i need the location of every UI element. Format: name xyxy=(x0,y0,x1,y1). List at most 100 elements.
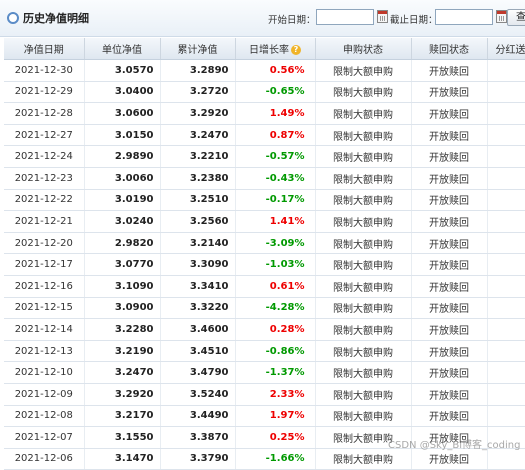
buy-status-cell: 限制大额申购 xyxy=(315,361,412,384)
unit-nav-cell: 3.0400 xyxy=(84,81,161,104)
table-row: 2021-12-22 3.0190 3.2510 -0.17% 限制大额申购 开放赎回 xyxy=(4,189,525,212)
col-unit-nav: 单位净值 xyxy=(84,38,161,60)
start-date-input[interactable] xyxy=(316,9,374,25)
end-calendar-icon[interactable] xyxy=(496,10,507,23)
acc-nav-cell: 3.4490 xyxy=(160,405,236,428)
dividend-cell xyxy=(487,340,525,363)
col-dividend: 分红送配 xyxy=(487,38,525,60)
date-cell: 2021-12-13 xyxy=(4,340,85,363)
date-cell: 2021-12-29 xyxy=(4,81,85,104)
dividend-cell xyxy=(487,297,525,320)
redeem-status-cell: 开放赎回 xyxy=(411,59,488,82)
redeem-status-cell: 开放赎回 xyxy=(411,81,488,104)
buy-status-cell: 限制大额申购 xyxy=(315,167,412,190)
table-row: 2021-12-23 3.0060 3.2380 -0.43% 限制大额申购 开放赎回 xyxy=(4,167,525,190)
query-button[interactable]: 查 xyxy=(507,9,525,26)
date-cell: 2021-12-22 xyxy=(4,189,85,212)
unit-nav-cell: 3.2470 xyxy=(84,361,161,384)
dividend-cell xyxy=(487,275,525,298)
unit-nav-cell: 3.2280 xyxy=(84,318,161,341)
dividend-cell xyxy=(487,383,525,406)
acc-nav-cell: 3.3410 xyxy=(160,275,236,298)
acc-nav-cell: 3.2560 xyxy=(160,210,236,233)
redeem-status-cell: 开放赎回 xyxy=(411,405,488,428)
nav-history-table: 净值日期 单位净值 累计净值 日增长率? 申购状态 赎回状态 分红送配 2021… xyxy=(4,38,525,470)
daily-change-cell: -1.03% xyxy=(235,253,316,276)
table-row: 2021-12-08 3.2170 3.4490 1.97% 限制大额申购 开放赎回 xyxy=(4,405,525,428)
redeem-status-cell: 开放赎回 xyxy=(411,189,488,212)
daily-change-cell: 1.41% xyxy=(235,210,316,233)
acc-nav-cell: 3.5240 xyxy=(160,383,236,406)
redeem-status-cell: 开放赎回 xyxy=(411,383,488,406)
daily-change-cell: 0.61% xyxy=(235,275,316,298)
table-row: 2021-12-16 3.1090 3.3410 0.61% 限制大额申购 开放赎回 xyxy=(4,275,525,298)
start-calendar-icon[interactable] xyxy=(377,10,388,23)
daily-change-cell: -4.28% xyxy=(235,297,316,320)
daily-change-cell: -0.43% xyxy=(235,167,316,190)
unit-nav-cell: 3.1550 xyxy=(84,426,161,449)
col-daily-change-label: 日增长率 xyxy=(249,45,289,56)
redeem-status-cell: 开放赎回 xyxy=(411,124,488,147)
dividend-cell xyxy=(487,405,525,428)
buy-status-cell: 限制大额申购 xyxy=(315,81,412,104)
buy-status-cell: 限制大额申购 xyxy=(315,145,412,168)
dividend-cell xyxy=(487,361,525,384)
date-cell: 2021-12-17 xyxy=(4,253,85,276)
unit-nav-cell: 3.2170 xyxy=(84,405,161,428)
date-cell: 2021-12-16 xyxy=(4,275,85,298)
table-row: 2021-12-15 3.0900 3.3220 -4.28% 限制大额申购 开放赎回 xyxy=(4,297,525,320)
buy-status-cell: 限制大额申购 xyxy=(315,405,412,428)
table-row: 2021-12-21 3.0240 3.2560 1.41% 限制大额申购 开放赎回 xyxy=(4,210,525,233)
redeem-status-cell: 开放赎回 xyxy=(411,361,488,384)
unit-nav-cell: 3.0240 xyxy=(84,210,161,233)
dividend-cell xyxy=(487,189,525,212)
unit-nav-cell: 3.0770 xyxy=(84,253,161,276)
col-buy-status: 申购状态 xyxy=(315,38,412,60)
date-cell: 2021-12-08 xyxy=(4,405,85,428)
redeem-status-cell: 开放赎回 xyxy=(411,297,488,320)
date-cell: 2021-12-28 xyxy=(4,102,85,125)
buy-status-cell: 限制大额申购 xyxy=(315,210,412,233)
dividend-cell xyxy=(487,59,525,82)
end-date-input[interactable] xyxy=(435,9,493,25)
buy-status-cell: 限制大额申购 xyxy=(315,383,412,406)
watermark: CSDN @Sky_Bi博客_coding xyxy=(388,440,521,451)
table-row: 2021-12-30 3.0570 3.2890 0.56% 限制大额申购 开放赎回 xyxy=(4,59,525,82)
acc-nav-cell: 3.3220 xyxy=(160,297,236,320)
buy-status-cell: 限制大额申购 xyxy=(315,124,412,147)
daily-change-cell: -3.09% xyxy=(235,232,316,255)
daily-change-cell: -1.37% xyxy=(235,361,316,384)
redeem-status-cell: 开放赎回 xyxy=(411,340,488,363)
date-cell: 2021-12-09 xyxy=(4,383,85,406)
dividend-cell xyxy=(487,232,525,255)
redeem-status-cell: 开放赎回 xyxy=(411,210,488,233)
unit-nav-cell: 3.0900 xyxy=(84,297,161,320)
table-row: 2021-12-13 3.2190 3.4510 -0.86% 限制大额申购 开放赎回 xyxy=(4,340,525,363)
date-cell: 2021-12-14 xyxy=(4,318,85,341)
date-cell: 2021-12-23 xyxy=(4,167,85,190)
panel-title: 历史净值明细 xyxy=(23,12,89,25)
unit-nav-cell: 3.0150 xyxy=(84,124,161,147)
date-cell: 2021-12-20 xyxy=(4,232,85,255)
panel-header: 历史净值明细 开始日期： 截止日期： 查 xyxy=(0,0,525,37)
table-row: 2021-12-27 3.0150 3.2470 0.87% 限制大额申购 开放赎回 xyxy=(4,124,525,147)
buy-status-cell: 限制大额申购 xyxy=(315,318,412,341)
buy-status-cell: 限制大额申购 xyxy=(315,189,412,212)
daily-change-cell: 1.49% xyxy=(235,102,316,125)
help-icon[interactable]: ? xyxy=(291,45,301,55)
unit-nav-cell: 3.0190 xyxy=(84,189,161,212)
acc-nav-cell: 3.2380 xyxy=(160,167,236,190)
dividend-cell xyxy=(487,145,525,168)
dividend-cell xyxy=(487,210,525,233)
table-header-row: 净值日期 单位净值 累计净值 日增长率? 申购状态 赎回状态 分红送配 xyxy=(4,38,525,60)
acc-nav-cell: 3.3090 xyxy=(160,253,236,276)
table-row: 2021-12-17 3.0770 3.3090 -1.03% 限制大额申购 开放赎回 xyxy=(4,253,525,276)
table-row: 2021-12-10 3.2470 3.4790 -1.37% 限制大额申购 开放赎回 xyxy=(4,361,525,384)
acc-nav-cell: 3.2470 xyxy=(160,124,236,147)
col-acc-nav: 累计净值 xyxy=(160,38,236,60)
unit-nav-cell: 3.2190 xyxy=(84,340,161,363)
daily-change-cell: -0.57% xyxy=(235,145,316,168)
acc-nav-cell: 3.2510 xyxy=(160,189,236,212)
acc-nav-cell: 3.2920 xyxy=(160,102,236,125)
col-daily-change: 日增长率? xyxy=(235,38,316,60)
